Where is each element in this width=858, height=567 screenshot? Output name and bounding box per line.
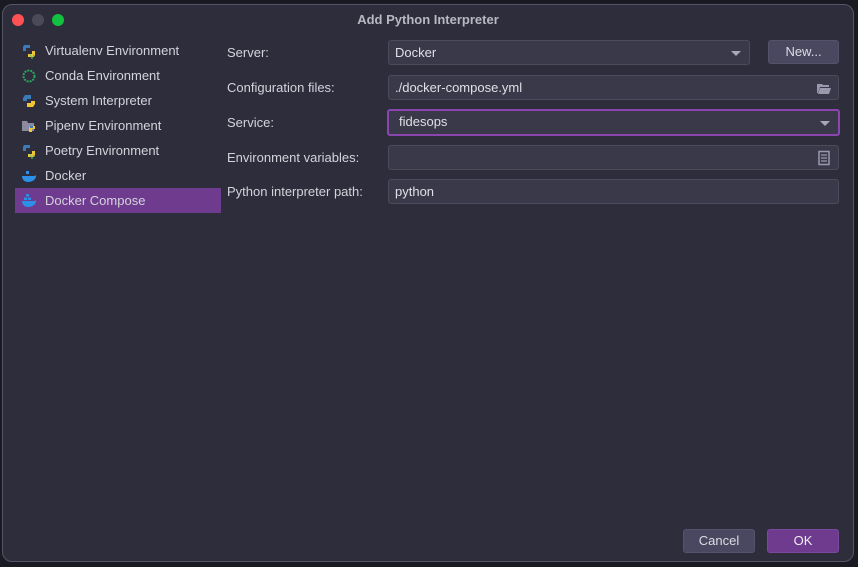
sidebar-item-label: Docker bbox=[45, 168, 87, 183]
config-files-input[interactable]: ./docker-compose.yml bbox=[388, 75, 839, 100]
svg-text:v: v bbox=[30, 152, 34, 159]
env-vars-label: Environment variables: bbox=[227, 150, 360, 165]
sidebar-item-label: System Interpreter bbox=[45, 93, 152, 108]
sidebar-item-label: Conda Environment bbox=[45, 68, 160, 83]
sidebar-item-label: Poetry Environment bbox=[45, 143, 160, 158]
service-label: Service: bbox=[227, 115, 274, 130]
config-files-value: ./docker-compose.yml bbox=[395, 80, 523, 95]
conda-icon bbox=[21, 68, 37, 84]
cancel-button[interactable]: Cancel bbox=[683, 529, 755, 553]
service-row: Service: fidesops bbox=[227, 109, 847, 136]
sidebar-item-pipenv[interactable]: Pipenv Environment bbox=[15, 113, 221, 138]
sidebar-item-docker-compose[interactable]: Docker Compose bbox=[15, 188, 221, 213]
sidebar-item-label: Pipenv Environment bbox=[45, 118, 162, 133]
sidebar-item-docker[interactable]: Docker bbox=[15, 163, 221, 188]
chevron-down-icon bbox=[731, 51, 741, 56]
sidebar-item-system-interpreter[interactable]: System Interpreter bbox=[15, 88, 221, 113]
add-python-interpreter-dialog: Add Python Interpreter v Virtualenv Envi… bbox=[2, 4, 854, 562]
sidebar-item-label: Virtualenv Environment bbox=[45, 43, 180, 58]
new-server-button[interactable]: New... bbox=[768, 40, 839, 64]
interpreter-path-row: Python interpreter path: python bbox=[227, 179, 847, 205]
server-row: Server: Docker New... bbox=[227, 40, 847, 66]
server-label: Server: bbox=[227, 45, 269, 60]
service-value: fidesops bbox=[399, 114, 448, 129]
sidebar-item-virtualenv[interactable]: v Virtualenv Environment bbox=[15, 38, 221, 63]
chevron-down-icon bbox=[820, 121, 830, 126]
python-icon bbox=[21, 93, 37, 109]
ok-button[interactable]: OK bbox=[767, 529, 839, 553]
env-vars-input[interactable] bbox=[388, 145, 839, 170]
python-virtualenv-icon: v bbox=[21, 43, 37, 61]
folder-open-icon[interactable] bbox=[816, 80, 832, 96]
config-files-label: Configuration files: bbox=[227, 80, 335, 95]
server-combobox[interactable]: Docker bbox=[388, 40, 750, 65]
service-combobox[interactable]: fidesops bbox=[387, 109, 840, 136]
python-poetry-icon: v bbox=[21, 143, 37, 161]
docker-compose-icon bbox=[21, 193, 37, 209]
interpreter-path-value: python bbox=[395, 184, 435, 199]
sidebar-item-poetry[interactable]: v Poetry Environment bbox=[15, 138, 221, 163]
dialog-title: Add Python Interpreter bbox=[357, 12, 499, 27]
svg-text:v: v bbox=[30, 52, 34, 59]
interpreter-type-list: v Virtualenv Environment Conda Environme… bbox=[15, 38, 221, 213]
env-vars-row: Environment variables: bbox=[227, 145, 847, 171]
title-bar: Add Python Interpreter bbox=[3, 5, 853, 35]
interpreter-path-input[interactable]: python bbox=[388, 179, 839, 204]
pipenv-icon bbox=[21, 118, 37, 134]
sidebar-item-label: Docker Compose bbox=[45, 193, 146, 208]
sidebar-item-conda[interactable]: Conda Environment bbox=[15, 63, 221, 88]
interpreter-path-label: Python interpreter path: bbox=[227, 184, 363, 199]
config-files-row: Configuration files: ./docker-compose.ym… bbox=[227, 75, 847, 101]
server-value: Docker bbox=[395, 45, 437, 60]
document-list-icon[interactable] bbox=[816, 150, 832, 166]
docker-icon bbox=[21, 168, 37, 184]
